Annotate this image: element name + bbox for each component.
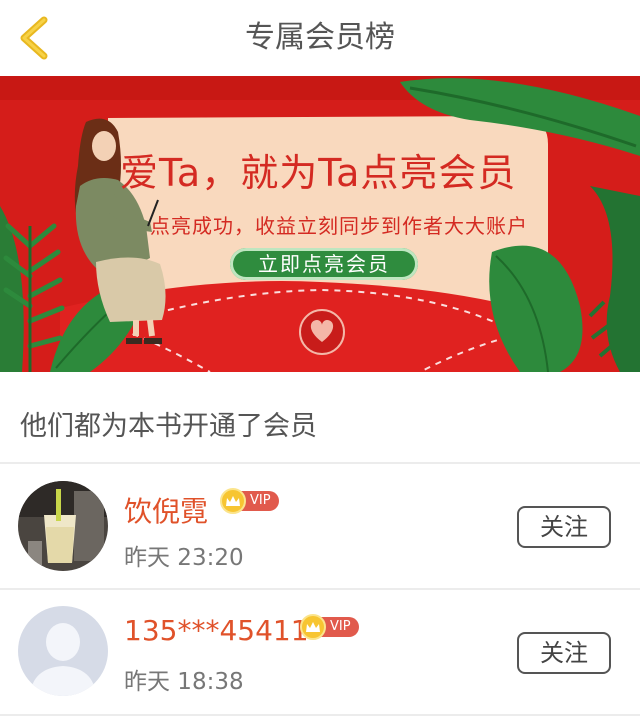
vip-badge: VIP [220,488,279,514]
divider [0,714,640,716]
crown-icon [300,614,326,640]
member-row: 135***45411 VIP 昨天 18:38 关注 [0,592,640,716]
divider [0,588,640,590]
member-name[interactable]: 135***45411 [124,614,309,647]
top-bar: 专属会员榜 [0,0,640,76]
avatar[interactable] [18,481,108,571]
vip-badge: VIP [300,614,359,640]
member-time: 昨天 23:20 [124,545,244,571]
avatar[interactable] [18,606,108,696]
member-name[interactable]: 饮倪霓 [124,490,208,530]
member-row: 饮倪霓 VIP 昨天 23:20 关注 [0,464,640,588]
banner-headline: 爱Ta，就为Ta点亮会员 [120,151,517,195]
page-title: 专属会员榜 [245,20,395,55]
banner-cta-button[interactable]: 立即点亮会员 [230,248,418,280]
crown-icon [220,488,246,514]
member-time: 昨天 18:38 [124,669,244,695]
section-title: 他们都为本书开通了会员 [20,411,317,442]
follow-button[interactable]: 关注 [517,506,611,548]
default-user-icon [18,606,108,696]
avatar-drink-photo [18,481,108,571]
promo-banner[interactable]: 爱Ta，就为Ta点亮会员 点亮成功，收益立刻同步到作者大大账户 立即点亮会员 [0,76,640,372]
banner-subtitle: 点亮成功，收益立刻同步到作者大大账户 [150,214,528,238]
follow-button[interactable]: 关注 [517,632,611,674]
